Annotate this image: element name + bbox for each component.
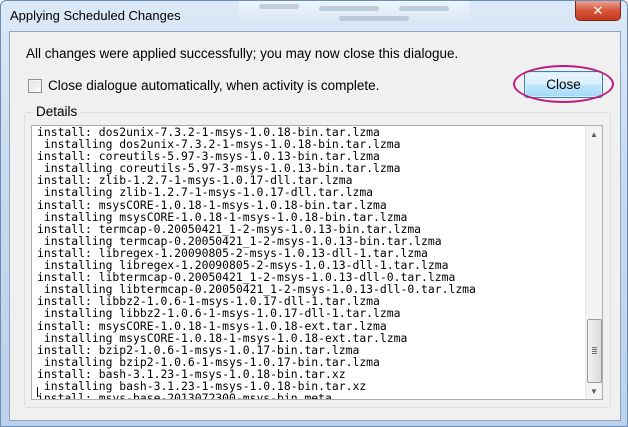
details-group: Details install: dos2unix-7.3.2-1-msys-1… <box>24 104 611 408</box>
log-line: installing msysCORE-1.0.18-1-msys-1.0.18… <box>37 209 408 224</box>
scroll-up-icon[interactable]: ▲ <box>586 126 602 142</box>
blur-fragment <box>259 4 299 9</box>
log-line: install: msysCORE-1.0.18-1-msys-1.0.18-b… <box>37 197 387 212</box>
text-caret <box>37 387 38 397</box>
log-line: install: msys-base-2013072300-msys-bin.m… <box>37 391 332 400</box>
auto-close-checkbox[interactable] <box>28 78 42 93</box>
highlight-ring-annotation <box>513 65 614 103</box>
auto-close-label[interactable]: Close dialogue automatically, when activ… <box>48 78 379 93</box>
log-line: install: bzip2-1.0.6-1-msys-1.0.17-bin.t… <box>37 342 360 357</box>
log-line: installing zlib-1.2.7-1-msys-1.0.17-dll.… <box>37 185 374 200</box>
log-line: installing libbz2-1.0.6-1-msys-1.0.17-dl… <box>37 306 401 321</box>
vertical-scrollbar[interactable]: ▲ ▼ <box>585 126 602 399</box>
blur-fragment <box>339 16 409 21</box>
log-line: installing msysCORE-1.0.18-1-msys-1.0.18… <box>37 330 408 345</box>
scroll-down-icon[interactable]: ▼ <box>586 383 602 399</box>
background-window-blur <box>239 1 469 27</box>
grip-line <box>592 351 597 352</box>
log-line: install: msysCORE-1.0.18-1-msys-1.0.18-e… <box>37 318 387 333</box>
auto-close-option[interactable]: Close dialogue automatically, when activ… <box>28 78 379 93</box>
details-log[interactable]: install: dos2unix-7.3.2-1-msys-1.0.18-bi… <box>31 125 603 400</box>
blur-fragment <box>399 6 449 11</box>
details-label: Details <box>33 104 81 119</box>
title-bar[interactable]: Applying Scheduled Changes ✕ <box>1 1 627 31</box>
window-title: Applying Scheduled Changes <box>10 8 181 23</box>
grip-line <box>592 353 597 354</box>
dialog-window: Applying Scheduled Changes ✕ All changes… <box>0 0 628 427</box>
grip-line <box>592 347 597 348</box>
grip-line <box>592 349 597 350</box>
scroll-thumb[interactable] <box>587 319 602 383</box>
status-message: All changes were applied successfully; y… <box>26 46 459 61</box>
log-lines: install: dos2unix-7.3.2-1-msys-1.0.18-bi… <box>37 126 585 400</box>
dialog-body: All changes were applied successfully; y… <box>9 31 621 421</box>
window-close-icon[interactable]: ✕ <box>575 1 621 21</box>
blur-fragment <box>319 6 379 11</box>
